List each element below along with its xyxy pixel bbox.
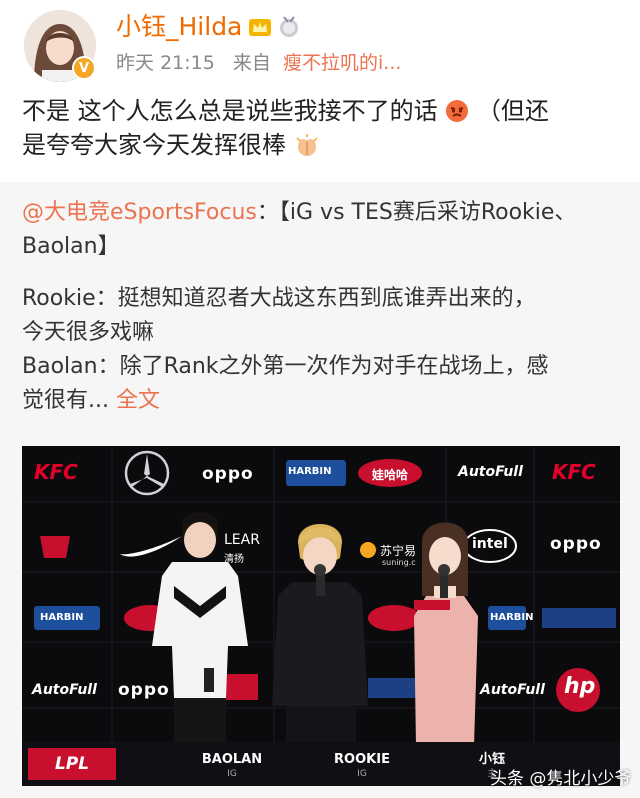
baolan-quote-line1: Baolan：除了Rank之外第一次作为对手在战场上，感: [22, 354, 549, 379]
nameplate-team: IG: [227, 769, 237, 779]
interview-quotes: Rookie：挺想知道忍者大战这东西到底谁弄出来的， 今天很多戏嘛 Baolan…: [22, 282, 622, 418]
post-text-line2: 是夸夸大家今天发挥很棒: [22, 131, 286, 159]
post-text: 不是 这个人怎么总是说些我接不了的话 （但还 是夸夸大家今天发挥很棒: [22, 94, 622, 162]
interview-photo[interactable]: KFC KFC oppo oppo oppo AutoFull AutoFull…: [22, 446, 620, 786]
player-baolan-figure: [152, 512, 248, 746]
baolan-quote-line2: 觉很有...: [22, 388, 109, 413]
full-text-link[interactable]: 全文: [116, 388, 160, 413]
angry-face-emoji-icon: [446, 100, 469, 122]
rookie-quote-line1: Rookie：挺想知道忍者大战这东西到底谁弄出来的，: [22, 286, 536, 311]
post-text-line1: 不是 这个人怎么总是说些我接不了的话: [22, 97, 438, 125]
post-source-prefix: 来自: [232, 52, 271, 74]
nameplate-rookie: ROOKIE IG: [322, 752, 402, 780]
player-rookie-figure: [272, 524, 368, 746]
post-header: V 小钰_Hilda 昨天 21:15 来自 瘦不拉叽的i...: [0, 0, 640, 90]
host-figure: [414, 522, 478, 746]
post-text-line1-tail: （但还: [469, 97, 549, 125]
username[interactable]: 小钰_Hilda: [116, 12, 300, 42]
toutiao-watermark: 头条 @隽北小少爷: [490, 769, 632, 789]
repost-mention-link[interactable]: @大电竞eSportsFocus: [22, 200, 257, 225]
post-source-link[interactable]: 瘦不拉叽的i...: [283, 52, 401, 74]
repost-title: ：【iG vs TES赛后采访Rookie、: [256, 200, 577, 225]
rookie-quote-line2: 今天很多戏嘛: [22, 320, 155, 345]
post-meta: 昨天 21:15 来自 瘦不拉叽的i...: [116, 50, 401, 76]
repost-title-line2: Baolan】: [22, 234, 120, 259]
nameplate-name: BAOLAN: [201, 752, 263, 767]
repost-text: @大电竞eSportsFocus：【iG vs TES赛后采访Rookie、 B…: [22, 196, 622, 418]
interview-people: [152, 512, 478, 746]
nameplate-team: IG: [357, 769, 367, 779]
medal-icon: [280, 16, 299, 37]
nameplate-baolan: BAOLAN IG: [192, 752, 272, 780]
repost-card[interactable]: @大电竞eSportsFocus：【iG vs TES赛后采访Rookie、 B…: [0, 182, 640, 798]
nameplate-name: ROOKIE: [334, 752, 390, 767]
clapping-hands-emoji-icon: [296, 134, 318, 156]
post-time: 昨天 21:15: [116, 52, 215, 74]
crown-icon: [249, 19, 272, 36]
lpl-logo: LPL: [28, 748, 116, 780]
username-text[interactable]: 小钰_Hilda: [116, 12, 242, 42]
verified-badge-icon: V: [72, 56, 96, 80]
